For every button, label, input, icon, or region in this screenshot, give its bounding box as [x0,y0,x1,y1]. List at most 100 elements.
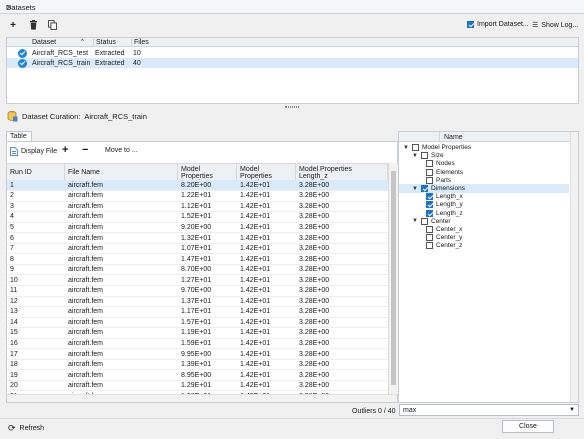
move-to-button[interactable]: Move to ... [105,147,138,154]
file-name-cell: aircraft.fem [65,317,178,329]
tree-checkbox[interactable] [426,193,433,201]
aggregation-select[interactable]: max ▼ [399,404,579,416]
copy-dataset-button[interactable] [45,18,59,32]
table-row[interactable]: 6 aircraft.fem 1.32E+01 1.42E+01 3.28E+00 [7,232,388,244]
tree-checkbox[interactable] [426,176,433,184]
file-name-cell: aircraft.fem [65,232,178,244]
tree-header-name[interactable]: Name [444,134,463,141]
close-icon[interactable]: ✕ [6,3,578,12]
table-row[interactable]: 19 aircraft.fem 8.95E+00 1.42E+01 3.28E+00 [7,369,388,381]
length-y-cell: 1.42E+01 [237,306,296,318]
table-row[interactable]: 12 aircraft.fem 1.37E+01 1.42E+01 3.28E+00 [7,296,388,308]
length-x-cell: 1.17E+01 [178,306,237,318]
tree-checkbox[interactable] [421,152,428,160]
table-row[interactable]: 8 aircraft.fem 1.47E+01 1.42E+01 3.28E+00 [7,253,388,265]
length-z-cell: 3.28E+00 [296,201,388,213]
tree-checkbox[interactable] [426,160,433,168]
col-run-id[interactable]: Run ID [7,164,65,180]
length-y-cell: 1.42E+01 [237,264,296,276]
tree-item-label: Center_z [436,242,463,250]
length-x-cell: 1.52E+01 [178,211,237,223]
length-y-cell: 1.42E+01 [237,338,296,350]
table-row[interactable]: 5 aircraft.fem 9.20E+00 1.42E+01 3.28E+00 [7,222,388,234]
run-id-cell: 4 [7,211,65,223]
tree-checkbox[interactable] [412,144,419,151]
col-length-z[interactable]: Model Properties Length_z [296,164,388,180]
tree-checkbox[interactable] [421,217,428,225]
tree-checkbox[interactable] [426,209,433,217]
length-x-cell: 1.22E+01 [178,190,237,202]
display-file-label: Display File [21,148,58,155]
table-row[interactable]: 16 aircraft.fem 1.59E+01 1.42E+01 3.28E+00 [7,338,388,350]
length-y-cell: 1.42E+01 [237,327,296,339]
col-dataset[interactable]: Dataset [32,39,56,46]
table-row[interactable]: 9 aircraft.fem 8.70E+00 1.42E+01 3.28E+00 [7,264,388,276]
tree-checkbox[interactable] [426,168,433,176]
tree-checkbox[interactable] [426,226,433,233]
extracted-check-icon [18,48,27,58]
scrollbar-thumb[interactable] [391,171,396,385]
table-row[interactable]: 15 aircraft.fem 1.19E+01 1.42E+01 3.28E+00 [7,327,388,339]
import-dataset-toggle[interactable]: Import Dataset... [467,21,529,28]
file-name-cell: aircraft.fem [65,369,178,381]
refresh-label: Refresh [19,425,45,432]
col-length-y[interactable]: Model Properties Length_y [237,164,296,187]
table-row[interactable]: 11 aircraft.fem 9.70E+00 1.42E+01 3.28E+00 [7,285,388,297]
run-id-cell: 5 [7,222,65,234]
dataset-list: Dataset ^ Status Files Aircraft_RCS_test… [6,37,579,104]
tree-checkbox[interactable] [421,185,428,192]
dataset-status: Extracted [95,59,125,67]
table-row[interactable]: 4 aircraft.fem 1.52E+01 1.42E+01 3.28E+00 [7,211,388,223]
table-row[interactable]: 14 aircraft.fem 1.57E+01 1.42E+01 3.28E+00 [7,317,388,329]
table-panel: Display File + − Move to ... Run ID File… [6,141,398,403]
file-name-cell: aircraft.fem [65,180,178,192]
table-row[interactable]: 17 aircraft.fem 9.95E+00 1.42E+01 3.28E+00 [7,348,388,360]
chevron-down-icon[interactable]: ▼ [412,218,418,224]
length-y-cell: 1.42E+01 [237,201,296,213]
table-row[interactable]: 10 aircraft.fem 1.27E+01 1.42E+01 3.28E+00 [7,274,388,286]
tree-item-label: Parts [436,176,452,184]
table-row[interactable]: 13 aircraft.fem 1.17E+01 1.42E+01 3.28E+00 [7,306,388,318]
run-id-cell: 14 [7,317,65,329]
tree-checkbox[interactable] [426,242,433,250]
table-row[interactable]: 1 aircraft.fem 8.20E+00 1.42E+01 3.28E+00 [7,180,388,192]
dataset-row[interactable]: Aircraft_RCS_test Extracted 10 [7,48,578,58]
tree-checkbox[interactable] [426,201,433,209]
col-file-name[interactable]: File Name [65,164,178,180]
grid-vertical-scrollbar[interactable] [388,163,398,394]
display-file-button[interactable]: Display File [10,147,57,156]
dataset-row-selected[interactable]: Aircraft_RCS_train Extracted 40 [7,58,578,68]
tree-checkbox[interactable] [426,234,433,242]
table-row[interactable]: 3 aircraft.fem 1.12E+01 1.42E+01 3.28E+00 [7,201,388,213]
chevron-down-icon[interactable]: ▼ [403,145,409,151]
tree-scrollbar[interactable] [570,132,578,402]
length-x-cell: 1.19E+01 [178,327,237,339]
col-status[interactable]: Status [93,39,116,46]
chevron-down-icon[interactable]: ▼ [412,186,418,192]
close-button[interactable]: Close [502,420,554,433]
grid-body: 1 aircraft.fem 8.20E+00 1.42E+01 3.28E+00 2 ai… [7,180,388,394]
length-y-cell: 1.42E+01 [237,232,296,244]
tree-item[interactable]: Center_z [399,241,569,250]
table-row[interactable]: 7 aircraft.fem 1.07E+01 1.42E+01 3.28E+00 [7,243,388,255]
grid-horizontal-scrollbar[interactable] [7,394,397,402]
table-row[interactable]: 18 aircraft.fem 1.39E+01 1.42E+01 3.28E+00 [7,359,388,371]
table-row[interactable]: 2 aircraft.fem 1.22E+01 1.42E+01 3.28E+00 [7,190,388,202]
run-id-cell: 6 [7,232,65,244]
remove-row-button[interactable]: − [82,144,88,156]
refresh-button[interactable]: ⟳ Refresh [8,423,44,434]
length-x-cell: 1.12E+01 [178,201,237,213]
table-row[interactable]: 20 aircraft.fem 1.29E+01 1.42E+01 3.28E+00 [7,380,388,392]
col-length-x[interactable]: Model Properties Length_x [178,164,237,187]
delete-dataset-button[interactable] [26,18,40,32]
splitter-handle[interactable] [285,106,299,108]
length-x-cell: 1.37E+01 [178,296,237,308]
add-dataset-button[interactable]: + [6,18,20,32]
chevron-down-icon[interactable]: ▼ [412,153,418,159]
import-checkbox[interactable] [467,21,474,28]
tree-item-label: Center_x [436,226,463,233]
col-files[interactable]: Files [131,39,149,46]
add-row-button[interactable]: + [62,144,68,156]
tab-table[interactable]: Table [6,131,32,141]
show-log-button[interactable]: ☰ Show Log... [532,21,578,30]
